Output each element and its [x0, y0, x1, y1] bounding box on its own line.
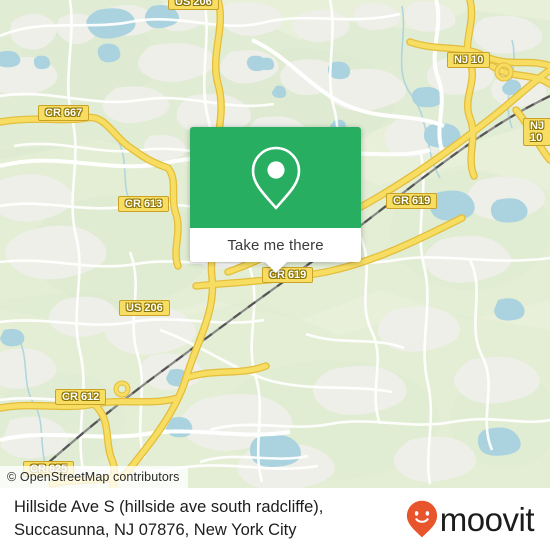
map-shield-cr-613: CR 613: [118, 194, 170, 212]
shield-label: CR 619: [386, 193, 438, 209]
moovit-wordmark: moovit: [439, 500, 535, 538]
shield-label: CR 613: [118, 196, 170, 212]
address-line-2: Succasunna, NJ 07876, New York City: [14, 521, 297, 539]
map-shield-us-206-mid: US 206: [119, 298, 170, 316]
screenshot-root: US 206 NJ 10 NJ 10 CR 667 CR 613 CR 619 …: [0, 0, 550, 550]
shield-label: NJ 10: [523, 118, 550, 146]
popup-pointer-tail: [264, 262, 287, 273]
shield-label: CR 667: [38, 105, 90, 121]
address-line-1: Hillside Ave S (hillside ave south radcl…: [14, 498, 324, 516]
map-shield-cr-667: CR 667: [38, 103, 90, 121]
map-popup-card[interactable]: Take me there: [190, 127, 361, 273]
moovit-brand[interactable]: moovit: [406, 500, 535, 538]
map-attribution[interactable]: © OpenStreetMap contributors: [0, 466, 188, 488]
map-pin-icon: [251, 146, 300, 209]
location-address: Hillside Ave S (hillside ave south radcl…: [14, 496, 323, 542]
shield-label: US 206: [168, 0, 219, 10]
moovit-pin-smiley-icon: [406, 500, 437, 538]
map-attribution-label: © OpenStreetMap contributors: [7, 470, 180, 484]
popup-header: [190, 127, 361, 228]
shield-label: CR 612: [55, 389, 107, 405]
shield-label: US 206: [119, 300, 170, 316]
map-shield-cr-619-east: CR 619: [386, 191, 438, 209]
take-me-there-label: Take me there: [227, 236, 324, 254]
shield-label: NJ 10: [447, 52, 491, 68]
footer-bar: Hillside Ave S (hillside ave south radcl…: [0, 488, 550, 550]
map-shield-us-206-top: US 206: [168, 0, 219, 10]
map-shield-cr-612: CR 612: [55, 387, 107, 405]
map-shield-nj-10-b: NJ 10: [523, 118, 550, 146]
map-shield-nj-10-a: NJ 10: [447, 50, 491, 68]
popup-action-bar[interactable]: Take me there: [190, 228, 361, 273]
